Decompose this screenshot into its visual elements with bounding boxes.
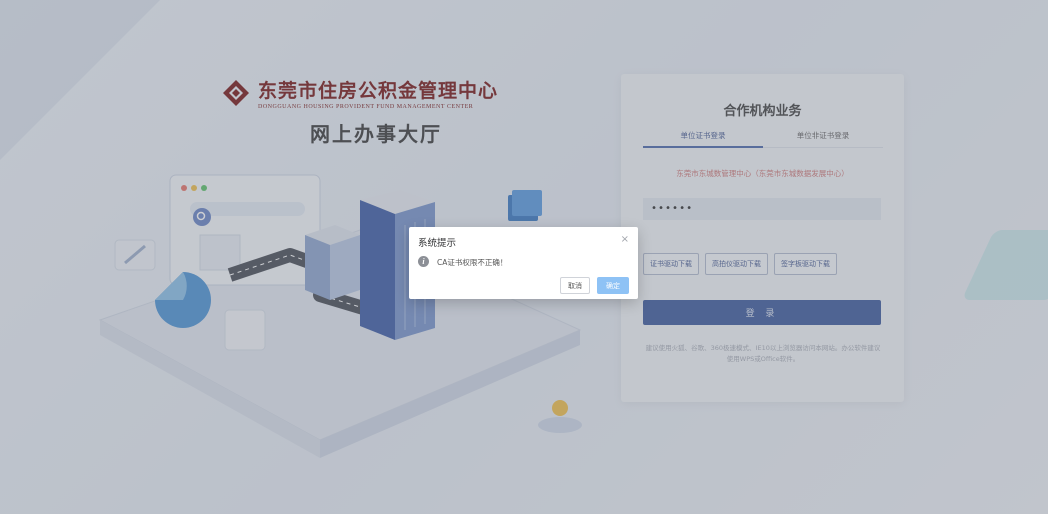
confirm-button[interactable]: 确定 <box>597 277 629 294</box>
dialog-title: 系统提示 <box>418 238 457 249</box>
info-icon: i <box>418 256 429 267</box>
cancel-button[interactable]: 取消 <box>560 277 590 294</box>
dialog-message: CA证书权限不正确！ <box>437 258 508 267</box>
close-icon[interactable]: × <box>621 234 629 245</box>
system-alert-dialog: 系统提示 × i CA证书权限不正确！ 取消 确定 <box>409 227 638 299</box>
